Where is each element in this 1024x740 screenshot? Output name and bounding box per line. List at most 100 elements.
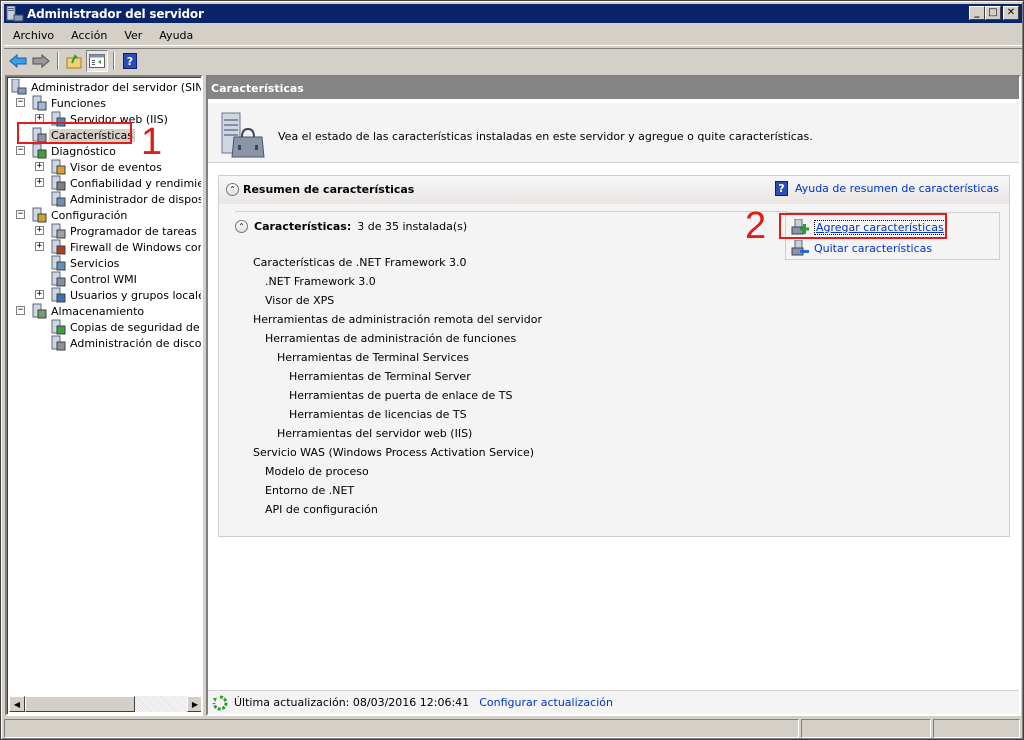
feature-item: .NET Framework 3.0 [265,275,376,288]
feature-item: Herramientas de Terminal Server [289,370,471,383]
details-pane: Características Vea el estado de las car… [206,75,1021,716]
server-manager-app-icon [6,5,24,22]
window-title: Administrador del servidor [27,6,204,21]
scroll-right-button[interactable]: ▶ [187,696,201,712]
tree-item-label: Firewall de Windows con se [70,240,203,254]
feature-item: Herramientas de administración de funcio… [265,332,517,345]
tree-item[interactable]: − Almacenamiento [9,303,201,319]
expand-icon[interactable]: + [35,226,44,235]
storage-icon [31,303,47,319]
expand-icon[interactable]: + [35,178,44,187]
tree-item[interactable]: + Programador de tareas [9,223,201,239]
tree-item[interactable]: − Configuración [9,207,201,223]
show-hide-console-tree-icon [89,53,105,68]
up-folder-icon [66,53,82,68]
features-installed-count: 3 de 35 instalada(s) [357,220,468,233]
disk-management-icon [50,335,66,351]
back-button[interactable] [7,50,29,72]
status-pane-2 [801,719,931,738]
tree-item-label: Administrador de dispositivo [70,192,201,206]
pane-title: Características [211,81,304,95]
server-manager-window: Administrador del servidor _ □ ✕ Archivo… [0,0,1024,740]
server-manager-icon [11,78,27,95]
tree-item[interactable]: − Funciones [9,95,201,111]
configure-refresh-link[interactable]: Configurar actualización [479,696,613,709]
forward-icon [32,53,50,68]
menu-ver[interactable]: Ver [115,29,150,42]
tree-item[interactable]: + Visor de eventos [9,159,201,175]
chevron-up-icon: ⌃ [238,221,245,231]
task-scheduler-icon [50,223,66,239]
tree-item[interactable]: Administración de discos [9,335,203,351]
collapse-icon[interactable]: − [16,306,25,315]
feature-item: Herramientas de puerta de enlace de TS [289,389,513,402]
toolbar-separator [113,51,115,70]
show-hide-console-tree-button[interactable] [86,49,108,72]
menu-ayuda[interactable]: Ayuda [150,29,201,42]
collapse-features-button[interactable]: ⌃ [235,220,248,233]
collapse-icon[interactable]: − [16,146,25,155]
maximize-icon: □ [988,7,998,18]
collapse-icon[interactable]: − [16,98,25,107]
close-button[interactable]: ✕ [1003,6,1019,20]
refresh-icon [212,695,228,711]
menu-accion[interactable]: Acción [62,29,115,42]
help-icon: ? [123,52,137,69]
maximize-button[interactable]: □ [985,6,1001,20]
toolbar: ? [4,48,1022,72]
event-viewer-icon [50,159,66,175]
expand-icon[interactable]: + [35,162,44,171]
help-icon: ? [774,181,788,196]
tree-item[interactable]: Administrador de dispositivo [9,191,201,207]
remove-features-link[interactable]: Quitar características [791,239,932,256]
device-manager-icon [50,191,66,207]
console-tree-pane: Administrador del servidor (SINTES − Func… [5,75,203,716]
tree-item-label: Usuarios y grupos locales [70,288,203,302]
tree-root[interactable]: Administrador del servidor (SINTES [9,78,201,95]
tree-item-label: Administración de discos [70,336,203,350]
tree-item[interactable]: + Usuarios y grupos locales [9,287,203,303]
tree-item[interactable]: + Firewall de Windows con se [9,239,203,255]
scroll-thumb[interactable] [25,696,135,712]
expand-icon[interactable]: + [35,290,44,299]
section-header: ⌃ Resumen de características ? Ayuda de … [219,176,1009,204]
tree-item[interactable]: Servicios [9,255,201,271]
feature-item: Modelo de proceso [265,465,369,478]
tree-item[interactable]: + Confiabilidad y rendimiento [9,175,203,191]
menu-archivo[interactable]: Archivo [4,29,62,42]
status-pane-main [4,719,799,738]
status-pane-3 [933,719,1020,738]
help-button[interactable]: ? [119,50,141,72]
scroll-track[interactable] [135,696,187,712]
feature-item: Herramientas de administración remota de… [253,313,542,326]
page-description: Vea el estado de las características ins… [278,130,813,143]
chevron-up-icon: ⌃ [229,184,236,194]
tree-item-label: Configuración [51,208,128,222]
roles-icon [31,95,47,111]
minimize-icon: _ [974,7,980,18]
title-bar[interactable]: Administrador del servidor _ □ ✕ [4,4,1022,23]
tree-item-label: Confiabilidad y rendimiento [70,176,203,190]
tree-item[interactable]: Copias de seguridad de Wir [9,319,201,335]
remove-features-label[interactable]: Quitar características [814,242,932,255]
up-one-level-button[interactable] [63,50,85,72]
scroll-left-button[interactable]: ◀ [9,696,25,712]
summary-help-link[interactable]: ? Ayuda de resumen de características [774,181,999,196]
feature-item: Visor de XPS [265,294,335,307]
pane-header: Características [208,77,1019,101]
diagnostics-icon [31,143,47,159]
collapse-summary-button[interactable]: ⌃ [226,183,239,196]
collapse-icon[interactable]: − [16,210,25,219]
tree-item-label: Funciones [51,96,106,110]
tree-item[interactable]: Control WMI [9,271,201,287]
expand-icon[interactable]: + [35,242,44,251]
minimize-button[interactable]: _ [969,6,985,20]
tree-item-label: Control WMI [70,272,137,286]
section-title: Resumen de características [243,183,415,196]
tree-item[interactable]: − Diagnóstico [9,143,201,159]
tree-item-label: Servicios [70,256,120,270]
summary-help-link-label[interactable]: Ayuda de resumen de características [795,182,999,195]
configuration-icon [31,207,47,223]
forward-button[interactable] [30,50,52,72]
tree-horizontal-scrollbar[interactable]: ◀ ▶ [9,696,201,712]
